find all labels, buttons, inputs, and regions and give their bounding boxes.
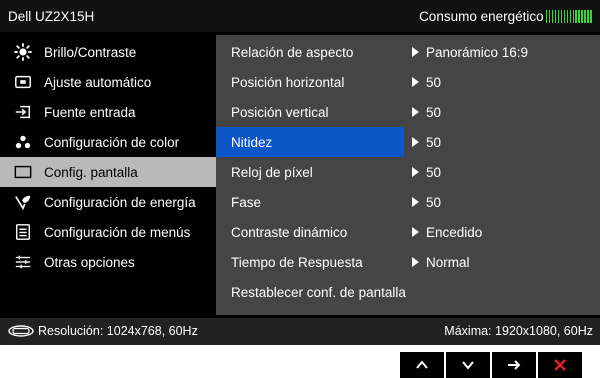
setting-horizontal-position[interactable]: Posición horizontal 50: [216, 67, 600, 97]
menu-item-label: Brillo/Contraste: [44, 44, 137, 60]
menu-item-menu-settings[interactable]: Configuración de menús: [0, 217, 216, 247]
sliders-icon: [12, 251, 34, 273]
setting-value: 50: [412, 127, 441, 157]
energy-bar: [566, 10, 569, 23]
energy-bar: [575, 10, 578, 23]
menu-item-brightness-contrast[interactable]: Brillo/Contraste: [0, 37, 216, 67]
energy-label: Consumo energético: [419, 9, 544, 24]
setting-label: Tiempo de Respuesta: [231, 254, 363, 270]
up-arrow-icon: [416, 360, 428, 369]
menu-item-label: Ajuste automático: [44, 74, 152, 90]
menu-item-label: Otras opciones: [44, 254, 135, 270]
play-arrow-icon: [412, 77, 419, 87]
menu-item-label: Fuente entrada: [44, 104, 136, 120]
display-rect-icon: [12, 161, 34, 183]
setting-label: Relación de aspecto: [231, 44, 354, 60]
main-menu: Brillo/Contraste Ajuste automático Fuent…: [0, 35, 216, 315]
energy-bar: [584, 10, 587, 23]
status-bar: Resolución: 1024x768, 60Hz Máxima: 1920x…: [0, 318, 600, 345]
energy-bar: [572, 10, 575, 23]
energy-bar: [587, 10, 590, 23]
setting-value: 50: [412, 187, 441, 217]
energy-meter: Consumo energético: [419, 9, 592, 24]
setting-label: Posición horizontal: [231, 74, 345, 90]
setting-label: Contraste dinámico: [231, 224, 348, 240]
setting-label: Reloj de píxel: [231, 164, 313, 180]
setting-label: Nitidez: [216, 127, 404, 157]
menu-item-other-options[interactable]: Otras opciones: [0, 247, 216, 277]
display-settings-panel: Relación de aspecto Panorámico 16:9 Posi…: [216, 35, 600, 315]
play-arrow-icon: [412, 47, 419, 57]
setting-sharpness[interactable]: Nitidez 50: [216, 127, 600, 157]
menu-list-icon: [12, 221, 34, 243]
energy-bars-icon: [545, 10, 592, 23]
play-arrow-icon: [412, 197, 419, 207]
setting-value: Normal: [412, 247, 470, 277]
play-arrow-icon: [412, 107, 419, 117]
menu-item-input-source[interactable]: Fuente entrada: [0, 97, 216, 127]
energy-bar: [563, 10, 566, 23]
nav-up-button[interactable]: [400, 352, 444, 378]
energy-icon: [12, 191, 34, 213]
down-arrow-icon: [462, 361, 474, 370]
setting-label: Restablecer conf. de pantalla: [231, 284, 406, 300]
setting-pixel-clock[interactable]: Reloj de píxel 50: [216, 157, 600, 187]
setting-aspect-ratio[interactable]: Relación de aspecto Panorámico 16:9: [216, 37, 600, 67]
play-arrow-icon: [412, 227, 419, 237]
menu-item-display-settings[interactable]: Config. pantalla: [0, 157, 216, 187]
current-resolution: Resolución: 1024x768, 60Hz: [8, 324, 198, 338]
setting-vertical-position[interactable]: Posición vertical 50: [216, 97, 600, 127]
right-arrow-icon: [508, 360, 521, 370]
setting-dynamic-contrast[interactable]: Contraste dinámico Encedido: [216, 217, 600, 247]
color-dots-icon: [12, 131, 34, 153]
close-icon: [554, 359, 566, 371]
menu-item-energy-settings[interactable]: Configuración de energía: [0, 187, 216, 217]
setting-value: 50: [412, 157, 441, 187]
play-arrow-icon: [412, 137, 419, 147]
max-resolution: Máxima: 1920x1080, 60Hz: [444, 324, 593, 338]
menu-item-auto-adjust[interactable]: Ajuste automático: [0, 67, 216, 97]
nav-down-button[interactable]: [446, 352, 490, 378]
menu-item-color-settings[interactable]: Configuración de color: [0, 127, 216, 157]
setting-phase[interactable]: Fase 50: [216, 187, 600, 217]
energy-bar: [560, 10, 563, 23]
energy-bar: [548, 10, 551, 23]
input-source-icon: [12, 101, 34, 123]
energy-bar: [578, 10, 581, 23]
nav-enter-button[interactable]: [492, 352, 536, 378]
title-bar: Dell UZ2X15H Consumo energético: [0, 0, 600, 32]
setting-label: Fase: [231, 194, 262, 210]
setting-value: Panorámico 16:9: [412, 37, 528, 67]
energy-bar: [557, 10, 560, 23]
nav-exit-button[interactable]: [538, 352, 582, 378]
setting-value: 50: [412, 67, 441, 97]
energy-bar: [590, 10, 592, 23]
setting-value: 50: [412, 97, 441, 127]
setting-label: Posición vertical: [231, 104, 329, 120]
energy-bar: [551, 10, 554, 23]
menu-item-label: Configuración de energía: [44, 194, 196, 210]
menu-item-label: Configuración de color: [44, 134, 180, 150]
play-arrow-icon: [412, 257, 419, 267]
menu-item-label: Configuración de menús: [44, 224, 191, 240]
monitor-osd: Dell UZ2X15H Consumo energético Brillo/C…: [0, 0, 600, 345]
menu-item-label: Config. pantalla: [44, 164, 138, 180]
setting-reset-display[interactable]: Restablecer conf. de pantalla: [216, 277, 600, 307]
sun-icon: [12, 41, 34, 63]
setting-value: Encedido: [412, 217, 482, 247]
play-arrow-icon: [412, 167, 419, 177]
energy-bar: [545, 10, 548, 23]
monitor-model: Dell UZ2X15H: [8, 9, 95, 24]
energy-bar: [569, 10, 572, 23]
auto-adjust-icon: [12, 71, 34, 93]
energy-bar: [554, 10, 557, 23]
vga-connector-icon: [8, 325, 34, 337]
setting-response-time[interactable]: Tiempo de Respuesta Normal: [216, 247, 600, 277]
energy-bar: [581, 10, 584, 23]
